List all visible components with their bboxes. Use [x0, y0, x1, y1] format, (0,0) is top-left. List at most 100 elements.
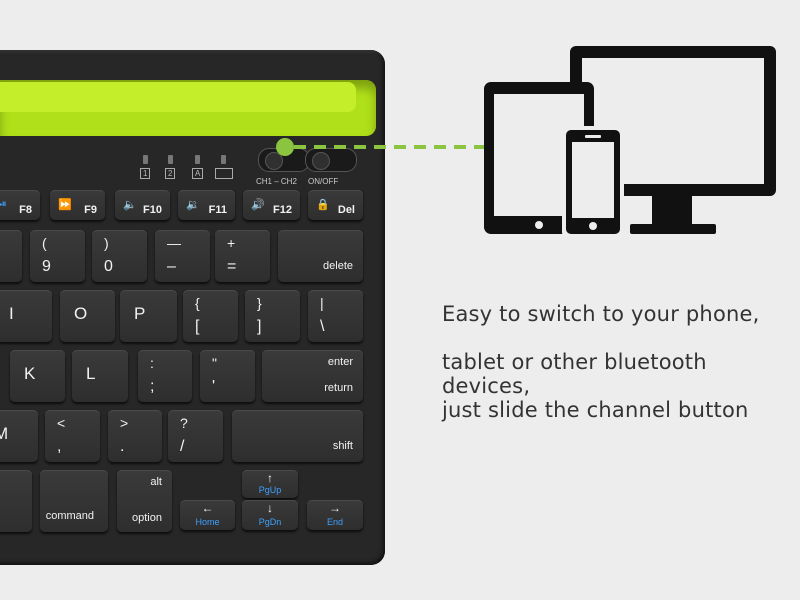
key-top-label: — — [167, 235, 181, 251]
key-main-label: 0 — [104, 258, 113, 275]
key-top-label: < — [57, 415, 66, 431]
key-0[interactable]: ) 0 — [92, 230, 147, 282]
key-main-label: command — [45, 510, 94, 522]
key-top-label: ↓ — [267, 501, 273, 515]
key-top-label: { — [195, 295, 200, 311]
key-end[interactable]: → End — [307, 500, 363, 530]
key-main-label: F12 — [273, 204, 292, 216]
key-f12[interactable]: 🔊 F12 — [243, 190, 300, 220]
key-main-label: End — [326, 517, 343, 527]
key-pgup[interactable]: ↑ PgUp — [242, 470, 298, 498]
key-key[interactable] — [0, 470, 32, 532]
key-top-label: + — [227, 235, 236, 251]
key-main-label: \ — [320, 318, 325, 335]
key-9[interactable]: (9 — [30, 230, 85, 282]
key-main-label: option — [132, 512, 162, 524]
key-main-label: . — [120, 438, 125, 455]
key-main-label: ' — [212, 378, 216, 395]
key-symbol17[interactable]: | \ — [308, 290, 363, 342]
key-main-label: I — [9, 304, 14, 323]
key-main-label: [ — [195, 318, 200, 335]
key-top-label: ← — [201, 501, 214, 515]
description-line-3: just slide the channel button — [442, 398, 749, 422]
key-top-label: enter — [327, 356, 353, 368]
key-key[interactable] — [0, 230, 22, 282]
key-top-label: } — [257, 295, 262, 311]
key-symbol26[interactable]: ? / — [168, 410, 223, 462]
key-shift[interactable]: shift — [232, 410, 363, 462]
indicator-caps: A — [192, 168, 204, 179]
key-main-label: ] — [257, 318, 262, 335]
key-symbol10[interactable]: + = — [215, 230, 270, 282]
key-k[interactable]: K — [10, 350, 65, 402]
indicator-channel-2: 2 — [165, 168, 176, 179]
key-main-label: , — [57, 438, 62, 455]
key-del[interactable]: 🔒 Del — [308, 190, 363, 220]
key-main-label: M — [0, 424, 9, 443]
connector-line — [276, 138, 485, 156]
channel-switch-label: CH1 – CH2 — [256, 177, 297, 186]
key-pgdn[interactable]: ↓ PgDn — [242, 500, 298, 530]
battery-icon — [215, 168, 233, 179]
phone-icon — [562, 126, 624, 238]
key-m[interactable]: M — [0, 410, 38, 462]
key-i[interactable]: I — [0, 290, 52, 342]
key-f8[interactable]: ⏯ F8 — [0, 190, 40, 220]
key-main-label: / — [180, 438, 185, 455]
key-main-label: return — [324, 382, 353, 394]
key-delete[interactable]: delete — [278, 230, 363, 282]
key-main-label: F8 — [19, 204, 32, 216]
key-main-label: Del — [337, 204, 355, 216]
description-line-1: Easy to switch to your phone, — [442, 302, 760, 326]
key-symbol9[interactable]: — – — [155, 230, 210, 282]
key-main-label: shift — [332, 440, 353, 452]
key-top-label: ( — [42, 235, 47, 251]
key-top-label: 🔒 — [316, 199, 330, 211]
key-f11[interactable]: 🔉 F11 — [178, 190, 235, 220]
key-main-label: K — [24, 364, 36, 383]
key-top-label: : — [150, 355, 154, 371]
key-main-label: delete — [323, 260, 353, 272]
key-main-label: F9 — [84, 204, 97, 216]
key-symbol21[interactable]: " ' — [200, 350, 255, 402]
key-top-label: " — [212, 355, 217, 371]
key-p[interactable]: P — [120, 290, 177, 342]
key-top-label: ? — [180, 415, 188, 431]
key-f10[interactable]: 🔈 F10 — [115, 190, 170, 220]
key-o[interactable]: O — [60, 290, 115, 342]
description-line-2: tablet or other bluetooth devices, — [442, 350, 707, 398]
key-command[interactable]: command — [40, 470, 108, 532]
key-top-label: ⏯ — [0, 198, 7, 210]
key-main-label: – — [167, 258, 176, 275]
key-symbol16[interactable]: }] — [245, 290, 300, 342]
devices-illustration — [484, 46, 776, 238]
key-symbol15[interactable]: {[ — [183, 290, 238, 342]
key-top-label: alt — [150, 476, 162, 488]
indicator-channel-1: 1 — [140, 168, 151, 179]
key-top-label: ⏩ — [58, 199, 72, 211]
key-top-label: → — [329, 501, 341, 515]
key-main-label: F11 — [208, 204, 227, 216]
device-holder-slot-lip — [0, 82, 356, 112]
key-main-label: = — [227, 258, 237, 275]
power-switch-label: ON/OFF — [308, 177, 339, 186]
key-main-label: Home — [195, 517, 220, 527]
key-l[interactable]: L — [72, 350, 128, 402]
key-main-label: O — [74, 304, 88, 323]
key-symbol24[interactable]: <, — [45, 410, 100, 462]
key-top-label: | — [320, 295, 324, 311]
key-return[interactable]: enter return — [262, 350, 363, 402]
key-main-label: PgDn — [258, 517, 282, 527]
key-main-label: PgUp — [258, 485, 282, 495]
key-symbol20[interactable]: :; — [138, 350, 192, 402]
key-main-label: 9 — [42, 258, 51, 275]
key-home[interactable]: ← Home — [180, 500, 235, 530]
key-option[interactable]: alt option — [117, 470, 172, 532]
key-top-label: 🔉 — [186, 199, 200, 211]
key-top-label: ↑ — [267, 471, 273, 485]
key-f9[interactable]: ⏩ F9 — [50, 190, 105, 220]
key-top-label: > — [120, 415, 129, 431]
key-top-label: 🔊 — [251, 199, 265, 211]
key-symbol25[interactable]: >. — [108, 410, 162, 462]
key-top-label: ) — [104, 235, 109, 251]
